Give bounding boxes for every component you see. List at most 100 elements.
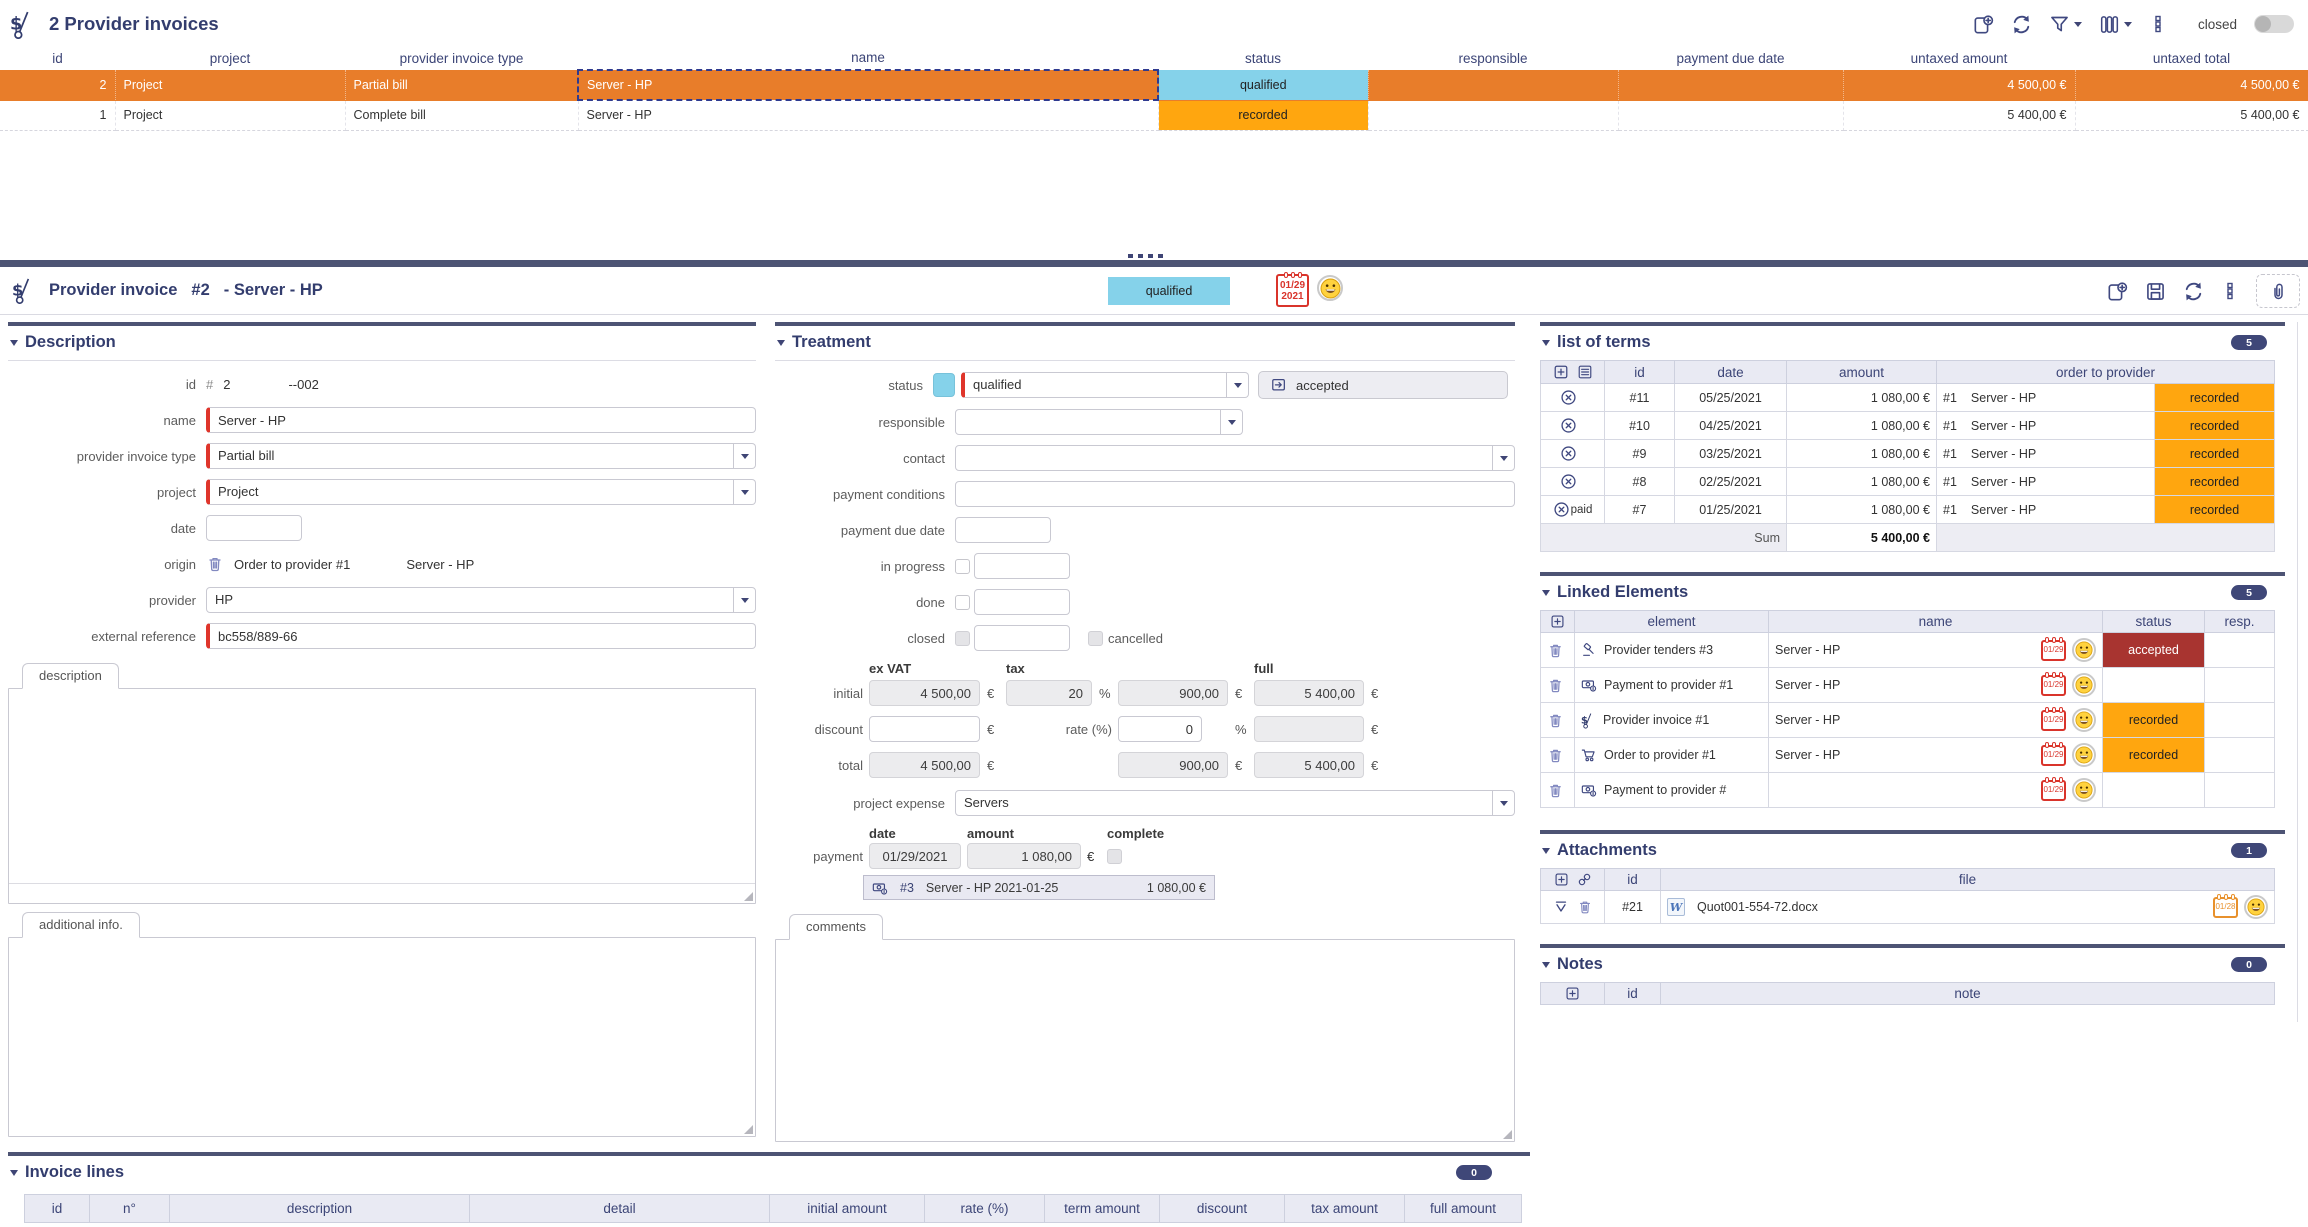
- linked-section-header[interactable]: Linked Elements 5: [1540, 576, 2285, 610]
- responsible-select[interactable]: [955, 409, 1243, 435]
- unlink-term-button[interactable]: [1560, 445, 1577, 462]
- filter-button[interactable]: [2049, 14, 2082, 35]
- add-button[interactable]: [2107, 281, 2128, 302]
- link-attachment-button[interactable]: [1577, 872, 1592, 887]
- columns-button[interactable]: [2099, 14, 2132, 35]
- linked-row[interactable]: Provider tenders #3 Server - HP 01/29 ac…: [1541, 633, 2275, 668]
- payment-conditions-input[interactable]: [955, 481, 1515, 507]
- attachment-button[interactable]: [2256, 274, 2300, 308]
- save-button[interactable]: [2145, 281, 2166, 302]
- delete-link-button[interactable]: [1547, 782, 1568, 799]
- unlink-term-button[interactable]: [1560, 473, 1577, 490]
- linked-element-link[interactable]: Payment to provider #: [1604, 783, 1726, 797]
- resize-handle[interactable]: [1503, 1130, 1512, 1139]
- table-row-selected[interactable]: 2 Project Partial bill Server - HP quali…: [0, 70, 2308, 100]
- payment-link-row[interactable]: #3 Server - HP 2021-01-25 1 080,00 €: [863, 875, 1215, 900]
- term-row[interactable]: #9 03/25/2021 1 080,00 € #1Server - HP r…: [1541, 440, 2275, 468]
- notes-section-header[interactable]: Notes 0: [1540, 948, 2285, 982]
- name-input[interactable]: [206, 407, 756, 433]
- tab-comments[interactable]: comments: [789, 914, 883, 940]
- status-select[interactable]: qualified: [961, 372, 1249, 398]
- tab-additional-info[interactable]: additional info.: [22, 912, 140, 938]
- linked-element-link[interactable]: Provider invoice #1: [1603, 713, 1709, 727]
- splitter-handle[interactable]: [1128, 254, 1163, 258]
- remove-origin-button[interactable]: [206, 555, 224, 573]
- scroll-track[interactable]: [2297, 322, 2298, 1022]
- linked-element-link[interactable]: Payment to provider #1: [1604, 678, 1733, 692]
- col-header-name[interactable]: name: [578, 46, 1158, 70]
- linked-element-link[interactable]: Order to provider #1: [1604, 748, 1716, 762]
- col-header-type[interactable]: provider invoice type: [345, 46, 578, 70]
- origin-link[interactable]: Order to provider #1: [234, 557, 350, 572]
- discount-ex-vat-input[interactable]: [869, 716, 980, 742]
- in-progress-date-input[interactable]: [974, 553, 1070, 579]
- col-header-status[interactable]: status: [1158, 46, 1368, 70]
- discount-rate-input[interactable]: [1118, 716, 1202, 742]
- col-header-payment-due-date[interactable]: payment due date: [1618, 46, 1843, 70]
- resize-handle[interactable]: [744, 892, 753, 901]
- invoice-lines-section-header[interactable]: Invoice lines 0: [8, 1156, 1530, 1190]
- in-progress-checkbox[interactable]: [955, 559, 970, 574]
- add-note-button[interactable]: [1547, 986, 1598, 1001]
- attachments-section-header[interactable]: Attachments 1: [1540, 834, 2285, 868]
- panel-splitter[interactable]: [0, 260, 2308, 267]
- description-editor[interactable]: [8, 688, 756, 904]
- unlink-term-button[interactable]: [1560, 417, 1577, 434]
- linked-row[interactable]: Payment to provider # 01/29: [1541, 773, 2275, 808]
- col-header-untaxed-total[interactable]: untaxed total: [2075, 46, 2308, 70]
- add-term-button[interactable]: [1553, 364, 1569, 380]
- term-row[interactable]: paid #7 01/25/2021 1 080,00 € #1Server -…: [1541, 496, 2275, 524]
- comments-editor[interactable]: [775, 939, 1515, 1142]
- kebab-menu-button[interactable]: [2149, 15, 2167, 33]
- project-expense-select[interactable]: Servers: [955, 790, 1515, 816]
- col-header-id[interactable]: id: [0, 46, 115, 70]
- project-select[interactable]: Project: [206, 479, 756, 505]
- linked-element-link[interactable]: Provider tenders #3: [1604, 643, 1713, 657]
- provider-select[interactable]: HP: [206, 587, 756, 613]
- linked-row[interactable]: Provider invoice #1 Server - HP 01/29 re…: [1541, 703, 2275, 738]
- tab-description[interactable]: description: [22, 663, 119, 689]
- add-linked-button[interactable]: [1547, 614, 1568, 629]
- closed-date-input[interactable]: [974, 625, 1070, 651]
- treatment-section-header[interactable]: Treatment: [775, 326, 1515, 361]
- contact-select[interactable]: [955, 445, 1515, 471]
- add-attachment-button[interactable]: [1554, 872, 1569, 887]
- attachment-row[interactable]: #21 W Quot001-554-72.docx 01/28: [1541, 891, 2275, 924]
- col-header-project[interactable]: project: [115, 46, 345, 70]
- description-section-header[interactable]: Description: [8, 326, 756, 361]
- term-row[interactable]: #8 02/25/2021 1 080,00 € #1Server - HP r…: [1541, 468, 2275, 496]
- unlink-term-button[interactable]: [1560, 389, 1577, 406]
- delete-link-button[interactable]: [1547, 712, 1568, 729]
- attachment-file-link[interactable]: Quot001-554-72.docx: [1697, 900, 1818, 914]
- unlink-term-button[interactable]: [1553, 501, 1570, 518]
- provider-invoice-type-select[interactable]: Partial bill: [206, 443, 756, 469]
- delete-link-button[interactable]: [1547, 642, 1568, 659]
- kebab-menu-button[interactable]: [2221, 282, 2239, 300]
- linked-row[interactable]: Order to provider #1 Server - HP 01/29 r…: [1541, 738, 2275, 773]
- term-row[interactable]: #10 04/25/2021 1 080,00 € #1Server - HP …: [1541, 412, 2275, 440]
- done-date-input[interactable]: [974, 589, 1070, 615]
- col-header-responsible[interactable]: responsible: [1368, 46, 1618, 70]
- delete-attachment-button[interactable]: [1577, 899, 1593, 915]
- add-button[interactable]: [1973, 14, 1994, 35]
- refresh-button[interactable]: [2183, 281, 2204, 302]
- delete-link-button[interactable]: [1547, 677, 1568, 694]
- date-input[interactable]: [206, 515, 302, 541]
- external-reference-input[interactable]: [206, 623, 756, 649]
- term-row[interactable]: #11 05/25/2021 1 080,00 € #1Server - HP …: [1541, 384, 2275, 412]
- linked-row[interactable]: Payment to provider #1 Server - HP 01/29: [1541, 668, 2275, 703]
- additional-info-editor[interactable]: [8, 937, 756, 1137]
- refresh-button[interactable]: [2011, 14, 2032, 35]
- terms-section-header[interactable]: list of terms 5: [1540, 326, 2285, 360]
- il-col-tax-amount: tax amount: [1285, 1195, 1405, 1223]
- transition-accepted-button[interactable]: accepted: [1258, 371, 1508, 399]
- delete-link-button[interactable]: [1547, 747, 1568, 764]
- payment-due-date-input[interactable]: [955, 517, 1051, 543]
- resize-handle[interactable]: [744, 1125, 753, 1134]
- col-header-untaxed-amount[interactable]: untaxed amount: [1843, 46, 2075, 70]
- closed-toggle[interactable]: [2254, 15, 2294, 33]
- download-attachment-button[interactable]: [1553, 899, 1569, 915]
- generate-terms-button[interactable]: [1577, 364, 1593, 380]
- done-checkbox[interactable]: [955, 595, 970, 610]
- table-row[interactable]: 1 Project Complete bill Server - HP reco…: [0, 100, 2308, 130]
